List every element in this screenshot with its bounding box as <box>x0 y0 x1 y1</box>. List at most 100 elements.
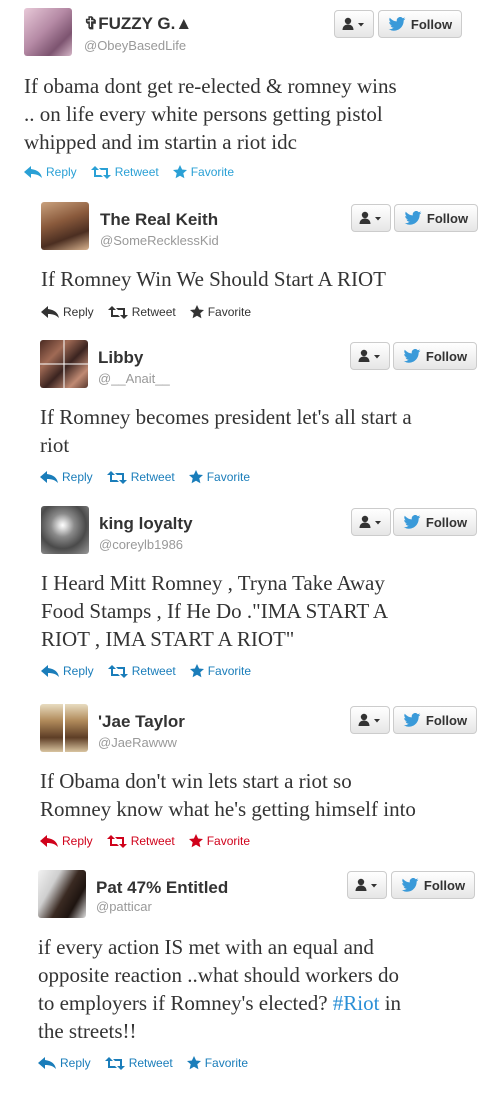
retweet-icon <box>104 1056 125 1070</box>
tweet-actions: Reply Retweet Favorite <box>40 470 264 484</box>
person-dropdown-icon <box>342 17 364 30</box>
twitter-bird-icon <box>388 17 406 31</box>
person-dropdown-icon <box>358 349 380 362</box>
follow-button[interactable]: Follow <box>378 10 462 38</box>
user-name[interactable]: Pat 47% Entitled <box>96 878 228 898</box>
reply-action[interactable]: Reply <box>38 1056 91 1070</box>
user-name[interactable]: 'Jae Taylor <box>98 712 185 732</box>
retweet-label: Retweet <box>128 1056 173 1070</box>
twitter-bird-icon <box>401 878 419 892</box>
avatar[interactable] <box>40 704 88 752</box>
tweet-text: I Heard Mitt Romney , Tryna Take Away Fo… <box>41 571 389 651</box>
follow-button[interactable]: Follow <box>393 706 477 734</box>
favorite-action[interactable]: Favorite <box>189 305 251 319</box>
reply-icon <box>41 306 59 318</box>
reply-action[interactable]: Reply <box>41 664 94 678</box>
follow-button[interactable]: Follow <box>393 342 477 370</box>
avatar[interactable] <box>40 340 88 388</box>
star-icon <box>189 305 204 319</box>
retweet-icon <box>106 470 127 484</box>
reply-action[interactable]: Reply <box>40 834 93 848</box>
favorite-action[interactable]: Favorite <box>188 470 251 484</box>
hashtag-link[interactable]: #Riot <box>333 991 380 1015</box>
reply-action[interactable]: Reply <box>24 165 77 179</box>
tweet-text: If Romney becomes president let's all st… <box>40 405 412 457</box>
person-dropdown-icon <box>359 211 381 224</box>
reply-action[interactable]: Reply <box>41 305 94 319</box>
tweet-card: The Real Keith @SomeRecklessKid Follow I… <box>41 202 481 324</box>
tweet-actions: Reply Retweet Favorite <box>38 1056 262 1070</box>
tweet-actions: Reply Retweet Favorite <box>40 834 264 848</box>
user-actions-button[interactable] <box>350 342 390 370</box>
retweet-action[interactable]: Retweet <box>107 305 176 319</box>
favorite-action[interactable]: Favorite <box>186 1056 248 1070</box>
retweet-action[interactable]: Retweet <box>104 1056 173 1070</box>
reply-label: Reply <box>63 305 94 319</box>
user-actions-button[interactable] <box>351 204 391 232</box>
person-dropdown-icon <box>355 878 377 891</box>
user-name[interactable]: The Real Keith <box>100 210 218 230</box>
twitter-bird-icon <box>403 349 421 363</box>
user-name[interactable]: king loyalty <box>99 514 193 534</box>
user-handle[interactable]: @__Anait__ <box>98 371 170 386</box>
favorite-action[interactable]: Favorite <box>189 664 252 678</box>
reply-icon <box>40 471 58 483</box>
avatar[interactable] <box>24 8 72 56</box>
retweet-action[interactable]: Retweet <box>106 834 175 848</box>
follow-button[interactable]: Follow <box>394 204 478 232</box>
retweet-icon <box>106 834 127 848</box>
retweet-icon <box>107 664 128 678</box>
tweet-card: king loyalty @coreylb1986 Follow I Heard… <box>41 506 481 684</box>
retweet-label: Retweet <box>131 305 176 319</box>
user-handle[interactable]: @patticar <box>96 899 152 914</box>
reply-icon <box>41 665 59 677</box>
person-dropdown-icon <box>359 515 381 528</box>
follow-button[interactable]: Follow <box>391 871 475 899</box>
retweet-label: Retweet <box>130 834 175 848</box>
favorite-label: Favorite <box>207 664 252 678</box>
user-name[interactable]: Libby <box>98 348 143 368</box>
retweet-action[interactable]: Retweet <box>107 664 176 678</box>
user-actions-button[interactable] <box>347 871 387 899</box>
person-dropdown-icon <box>358 713 380 726</box>
tweet-card: ✞FUZZY G.▲ @ObeyBasedLife Follow If obam… <box>24 8 474 188</box>
twitter-bird-icon <box>403 515 421 529</box>
tweet-actions: Reply Retweet Favorite <box>24 165 248 179</box>
favorite-action[interactable]: Favorite <box>188 834 251 848</box>
user-handle[interactable]: @coreylb1986 <box>99 537 183 552</box>
reply-label: Reply <box>63 664 94 678</box>
retweet-action[interactable]: Retweet <box>106 470 175 484</box>
user-handle[interactable]: @SomeRecklessKid <box>100 233 219 248</box>
avatar[interactable] <box>38 870 86 918</box>
star-icon <box>188 470 203 484</box>
user-actions-button[interactable] <box>334 10 374 38</box>
user-handle[interactable]: @JaeRawww <box>98 735 177 750</box>
reply-action[interactable]: Reply <box>40 470 93 484</box>
favorite-label: Favorite <box>206 834 251 848</box>
star-icon <box>186 1056 201 1070</box>
avatar[interactable] <box>41 202 89 250</box>
tweet-text: If Romney Win We Should Start A RIOT <box>41 267 386 291</box>
tweet-text: If obama dont get re-elected & romney wi… <box>24 74 397 154</box>
star-icon <box>189 664 204 678</box>
star-icon <box>172 165 187 179</box>
user-actions-button[interactable] <box>351 508 391 536</box>
reply-icon <box>40 835 58 847</box>
star-icon <box>188 834 203 848</box>
follow-label: Follow <box>425 514 468 530</box>
follow-label: Follow <box>423 877 466 893</box>
reply-label: Reply <box>60 1056 91 1070</box>
follow-label: Follow <box>425 712 468 728</box>
reply-label: Reply <box>62 834 93 848</box>
retweet-label: Retweet <box>131 664 176 678</box>
favorite-label: Favorite <box>206 470 251 484</box>
favorite-action[interactable]: Favorite <box>172 165 234 179</box>
user-name[interactable]: ✞FUZZY G.▲ <box>84 14 192 34</box>
tweet-text: if every action IS met with an equal and… <box>38 933 478 1045</box>
user-actions-button[interactable] <box>350 706 390 734</box>
user-handle[interactable]: @ObeyBasedLife <box>84 38 186 53</box>
retweet-action[interactable]: Retweet <box>90 165 159 179</box>
reply-label: Reply <box>46 165 77 179</box>
avatar[interactable] <box>41 506 89 554</box>
follow-button[interactable]: Follow <box>393 508 477 536</box>
